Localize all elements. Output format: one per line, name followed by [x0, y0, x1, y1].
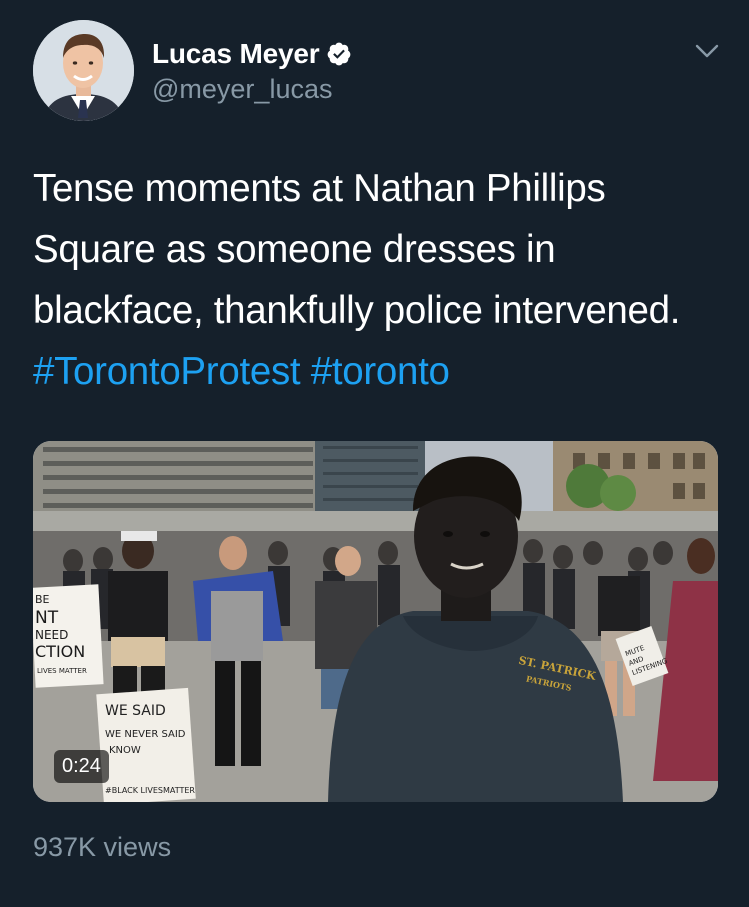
sign-left-line: BE: [35, 593, 50, 606]
chevron-down-icon[interactable]: [694, 40, 720, 62]
sign-left-line: LIVES MATTER: [37, 667, 87, 675]
author-name-row[interactable]: Lucas Meyer: [152, 38, 352, 70]
sign-center-line: #BLACK LIVESMATTER: [105, 786, 195, 795]
view-count: 937K views: [33, 832, 172, 862]
sign-center-line: WE NEVER SAID: [105, 729, 186, 740]
hashtag-link[interactable]: #TorontoProtest: [33, 350, 301, 393]
sign-center-line: WE SAID: [105, 703, 166, 719]
tweet-body: Tense moments at Nathan Phillips Square …: [33, 167, 681, 332]
hashtag-link[interactable]: #toronto: [311, 350, 450, 393]
protest-sign-left: BE NT NEED CTION LIVES MATTER: [33, 584, 104, 688]
author-handle[interactable]: @meyer_lucas: [152, 74, 332, 105]
protest-sign-center: WE SAID WE NEVER SAID KNOW #BLACK LIVESM…: [96, 687, 196, 802]
verified-badge-icon: [328, 42, 351, 66]
video-duration-badge: 0:24: [54, 750, 109, 783]
video-player[interactable]: BE NT NEED CTION LIVES MATTER WE SAID WE…: [33, 441, 718, 802]
video-thumbnail: BE NT NEED CTION LIVES MATTER WE SAID WE…: [33, 441, 718, 802]
sign-center-line: KNOW: [109, 745, 141, 756]
sign-left-line: CTION: [35, 642, 85, 661]
author-avatar[interactable]: [33, 20, 134, 121]
tweet-text: Tense moments at Nathan Phillips Square …: [33, 158, 733, 402]
sign-left-line: NEED: [35, 628, 68, 642]
avatar-photo: [33, 20, 134, 121]
sign-left-line: NT: [35, 608, 59, 628]
author-display-name[interactable]: Lucas Meyer: [152, 38, 320, 70]
